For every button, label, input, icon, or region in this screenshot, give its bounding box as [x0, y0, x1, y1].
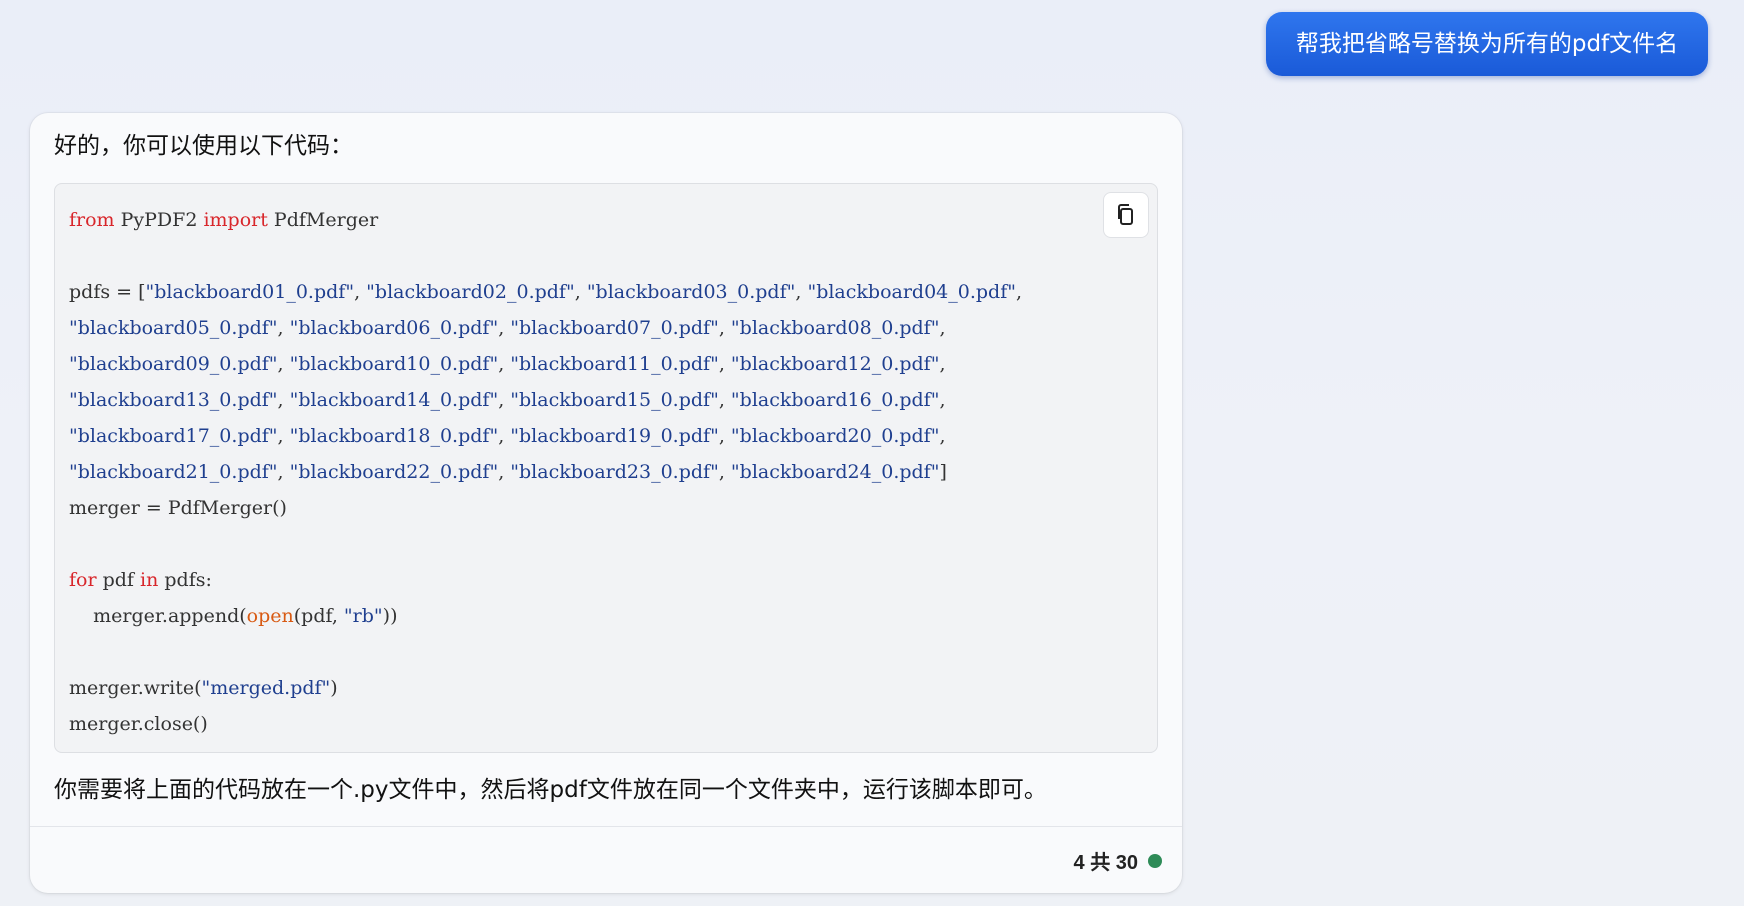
code-content: from PyPDF2 import PdfMerger pdfs = ["bla…	[69, 202, 1022, 742]
card-divider	[30, 826, 1182, 827]
code-token: "blackboard01_0.pdf"	[145, 281, 355, 303]
code-token: "blackboard13_0.pdf"	[69, 389, 278, 411]
code-token: "blackboard11_0.pdf"	[510, 353, 719, 375]
chat-page: 帮我把省略号替换为所有的pdf文件名 好的，你可以使用以下代码： from Py…	[0, 0, 1744, 906]
code-token: "blackboard21_0.pdf"	[69, 461, 278, 483]
code-line-pdfs-1: "blackboard05_0.pdf", "blackboard06_0.pd…	[69, 317, 946, 339]
copy-icon	[1118, 204, 1133, 225]
code-token: merger.append(	[69, 605, 247, 627]
code-token: "blackboard12_0.pdf"	[730, 353, 940, 375]
code-token: "rb"	[343, 605, 383, 627]
code-line-pdfs-2: "blackboard09_0.pdf", "blackboard10_0.pd…	[69, 353, 946, 375]
code-token: pdf	[96, 569, 140, 591]
code-line-merger-init: merger = PdfMerger()	[69, 497, 287, 519]
code-token: "blackboard07_0.pdf"	[510, 317, 719, 339]
code-line-pdfs-3: "blackboard13_0.pdf", "blackboard14_0.pd…	[69, 389, 946, 411]
code-token: "blackboard05_0.pdf"	[69, 317, 278, 339]
code-token: merger.write(	[69, 677, 202, 699]
code-token: import	[203, 209, 268, 231]
code-line-import: from PyPDF2 import PdfMerger	[69, 202, 1022, 238]
code-token: "blackboard14_0.pdf"	[289, 389, 499, 411]
user-message-bubble: 帮我把省略号替换为所有的pdf文件名	[1266, 12, 1708, 76]
code-token: "merged.pdf"	[201, 677, 331, 699]
code-token: (pdf,	[293, 605, 344, 627]
copy-code-button[interactable]	[1103, 192, 1149, 238]
code-token: "blackboard19_0.pdf"	[510, 425, 719, 447]
code-token: "blackboard09_0.pdf"	[69, 353, 278, 375]
code-token: "blackboard04_0.pdf"	[807, 281, 1016, 303]
code-token: in	[140, 569, 159, 591]
code-token: "blackboard10_0.pdf"	[289, 353, 499, 375]
code-token: ))	[382, 605, 398, 627]
code-token: )	[330, 677, 338, 699]
code-token: pdfs:	[158, 569, 212, 591]
code-line-pdfs-4: "blackboard17_0.pdf", "blackboard18_0.pd…	[69, 425, 946, 447]
code-token: open	[246, 605, 294, 627]
bot-message-card: 好的，你可以使用以下代码： from PyPDF2 import PdfMerg…	[30, 113, 1182, 893]
code-line-pdfs-0: pdfs = ["blackboard01_0.pdf", "blackboar…	[69, 281, 1023, 303]
code-token: "blackboard22_0.pdf"	[289, 461, 499, 483]
bot-outro-text: 你需要将上面的代码放在一个.py文件中，然后将pdf文件放在同一个文件夹中，运行…	[54, 777, 1047, 803]
bot-intro-text: 好的，你可以使用以下代码：	[54, 133, 353, 159]
code-block: from PyPDF2 import PdfMerger pdfs = ["bla…	[54, 183, 1158, 753]
code-token: PyPDF2	[114, 209, 204, 231]
code-token: for	[69, 569, 97, 591]
code-line-close: merger.close()	[69, 713, 208, 735]
code-token: "blackboard08_0.pdf"	[730, 317, 940, 339]
code-token: "blackboard02_0.pdf"	[366, 281, 575, 303]
user-message-text: 帮我把省略号替换为所有的pdf文件名	[1295, 31, 1679, 57]
code-line-write: merger.write("merged.pdf")	[69, 670, 1022, 706]
code-token: from	[69, 209, 115, 231]
code-token: "blackboard16_0.pdf"	[730, 389, 940, 411]
code-token: "blackboard24_0.pdf"	[730, 461, 940, 483]
code-line-append: merger.append(open(pdf, "rb"))	[69, 598, 1022, 634]
code-token: "blackboard18_0.pdf"	[289, 425, 499, 447]
code-line-for: for pdf in pdfs:	[69, 562, 1022, 598]
status-dot-icon	[1148, 853, 1162, 868]
code-token: "blackboard06_0.pdf"	[289, 317, 499, 339]
code-token: "blackboard17_0.pdf"	[69, 425, 278, 447]
code-token: "blackboard20_0.pdf"	[730, 425, 940, 447]
code-token: "blackboard15_0.pdf"	[510, 389, 719, 411]
code-line-pdfs-5: "blackboard21_0.pdf", "blackboard22_0.pd…	[69, 461, 947, 483]
code-token: PdfMerger	[267, 209, 379, 231]
code-token: "blackboard23_0.pdf"	[510, 461, 719, 483]
message-footer: 4 共 30	[1074, 846, 1162, 875]
code-token: "blackboard03_0.pdf"	[586, 281, 796, 303]
code-token: pdfs = [	[69, 281, 146, 303]
page-counter: 4 共 30	[1073, 852, 1138, 874]
